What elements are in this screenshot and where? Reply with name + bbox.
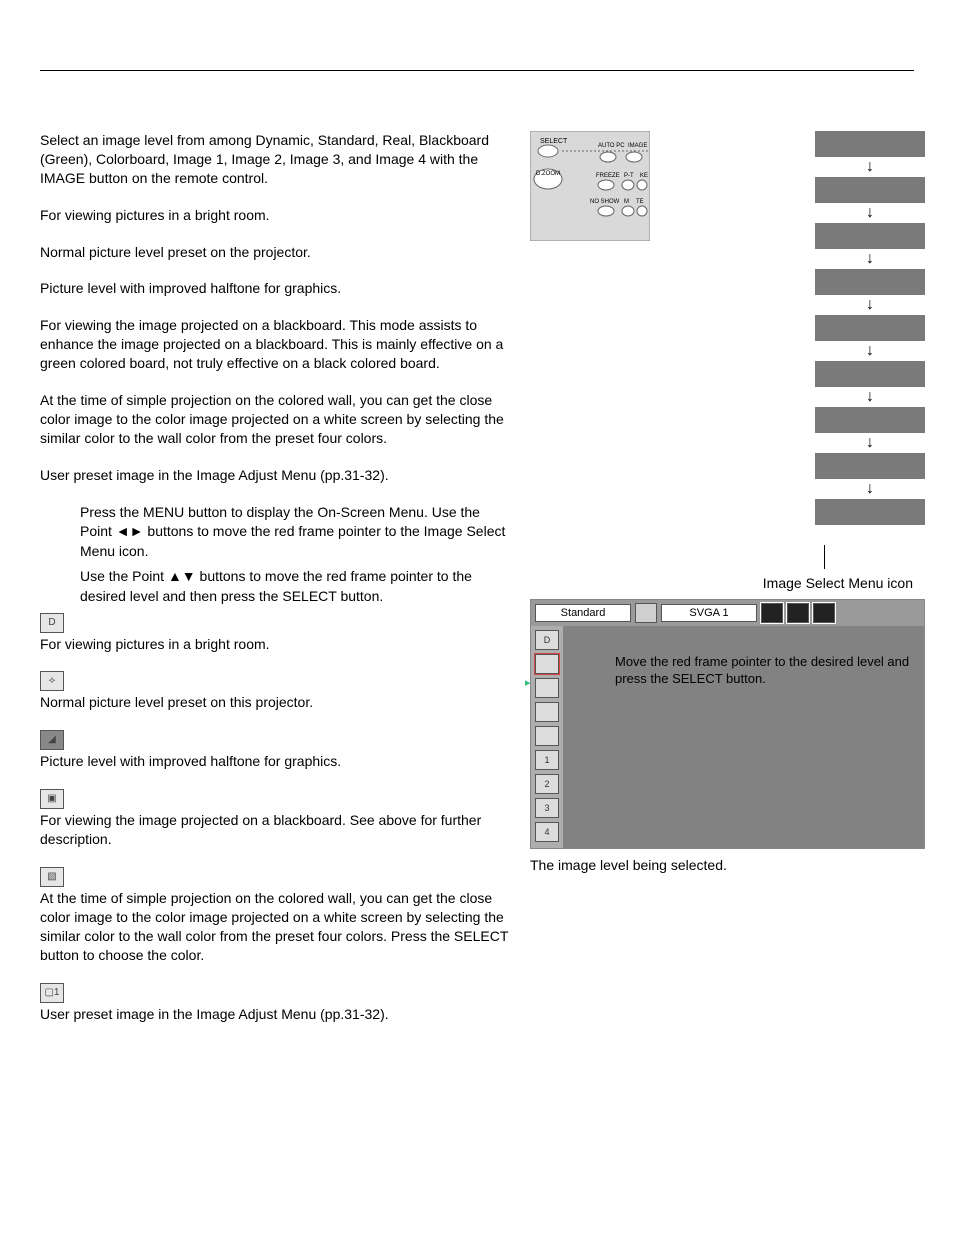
flow-box bbox=[815, 223, 925, 249]
svg-text:FREEZE: FREEZE bbox=[596, 173, 620, 179]
mode-standard-remote-desc: Normal picture level preset on the proje… bbox=[40, 243, 510, 262]
mode-colorboard-remote-desc: At the time of simple projection on the … bbox=[40, 391, 510, 448]
leader-line-icon bbox=[824, 545, 825, 569]
menu-top-icon-selected bbox=[761, 603, 783, 623]
flow-arrow-icon: ↓ bbox=[815, 433, 925, 453]
onscreen-menu-figure: Standard SVGA 1 ▸ D 1 2 3 bbox=[530, 599, 925, 849]
svg-text:KE: KE bbox=[640, 173, 648, 179]
flow-box bbox=[815, 269, 925, 295]
colorboard-icon: ▧ bbox=[40, 867, 64, 887]
menu-item-image1: 1 bbox=[535, 750, 559, 770]
real-icon: ◢ bbox=[40, 730, 64, 750]
flow-box bbox=[815, 131, 925, 157]
remote-svg-icon: SELECT AUTO PC IMAGE D.ZOOM FREEZE P-T K… bbox=[530, 131, 650, 241]
menu-select-marker-icon: ▸ bbox=[525, 676, 531, 689]
image1-icon: ▢1 bbox=[40, 983, 64, 1003]
flow-box bbox=[815, 499, 925, 525]
flow-arrow-icon: ↓ bbox=[815, 295, 925, 315]
svg-text:P-T: P-T bbox=[624, 173, 634, 179]
menu-top-icon bbox=[813, 603, 835, 623]
remote-graphic: SELECT AUTO PC IMAGE D.ZOOM FREEZE P-T K… bbox=[530, 131, 650, 525]
mode-real-menu-desc: Picture level with improved halftone for… bbox=[40, 752, 510, 771]
menu-item-dynamic: D bbox=[535, 630, 559, 650]
flow-box bbox=[815, 315, 925, 341]
menu-item-image2: 2 bbox=[535, 774, 559, 794]
step-2: Use the Point ▲▼ buttons to move the red… bbox=[40, 567, 510, 606]
image-mode-flow: ↓ ↓ ↓ ↓ ↓ ↓ ↓ ↓ bbox=[668, 131, 925, 525]
menu-item-image3: 3 bbox=[535, 798, 559, 818]
svg-text:TE: TE bbox=[636, 199, 644, 205]
flow-box bbox=[815, 453, 925, 479]
standard-icon: ⟡ bbox=[40, 671, 64, 691]
image-select-menu-icon-label: Image Select Menu icon bbox=[530, 575, 913, 591]
flow-arrow-icon: ↓ bbox=[815, 479, 925, 499]
move-pointer-text: Move the red frame pointer to the desire… bbox=[615, 654, 909, 686]
remote-label-select: SELECT bbox=[540, 138, 568, 145]
menu-item-blackboard bbox=[535, 702, 559, 722]
svg-text:IMAGE: IMAGE bbox=[628, 143, 647, 149]
mode-standard-menu-desc: Normal picture level preset on this proj… bbox=[40, 693, 510, 712]
flow-arrow-icon: ↓ bbox=[815, 249, 925, 269]
menu-item-image4: 4 bbox=[535, 822, 559, 842]
menu-item-colorboard bbox=[535, 726, 559, 746]
right-column: SELECT AUTO PC IMAGE D.ZOOM FREEZE P-T K… bbox=[530, 131, 925, 1041]
flow-arrow-icon: ↓ bbox=[815, 387, 925, 407]
mode-blackboard-menu-desc: For viewing the image projected on a bla… bbox=[40, 811, 510, 849]
mode-dynamic-remote-desc: For viewing pictures in a bright room. bbox=[40, 206, 510, 225]
menu-item-standard bbox=[535, 654, 559, 674]
blackboard-icon: ▣ bbox=[40, 789, 64, 809]
mode-real-remote-desc: Picture level with improved halftone for… bbox=[40, 279, 510, 298]
menu-signal: SVGA 1 bbox=[661, 604, 757, 622]
flow-arrow-icon: ↓ bbox=[815, 341, 925, 361]
flow-arrow-icon: ↓ bbox=[815, 157, 925, 177]
svg-text:D.ZOOM: D.ZOOM bbox=[536, 171, 560, 177]
flow-box bbox=[815, 177, 925, 203]
svg-text:NO SHOW: NO SHOW bbox=[590, 199, 620, 205]
flow-box bbox=[815, 407, 925, 433]
menu-body-text: Move the red frame pointer to the desire… bbox=[565, 626, 924, 698]
menu-left-column: ▸ D 1 2 3 4 bbox=[531, 626, 563, 848]
menu-current-mode: Standard bbox=[535, 604, 631, 622]
mode-colorboard-menu-desc: At the time of simple projection on the … bbox=[40, 889, 510, 965]
flow-arrow-icon: ↓ bbox=[815, 203, 925, 223]
step-1: Press the MENU button to display the On-… bbox=[40, 503, 510, 562]
mode-image14-remote-desc: User preset image in the Image Adjust Me… bbox=[40, 466, 510, 485]
mode-dynamic-menu-desc: For viewing pictures in a bright room. bbox=[40, 635, 510, 654]
intro-paragraph: Select an image level from among Dynamic… bbox=[40, 131, 510, 188]
menu-top-icon bbox=[787, 603, 809, 623]
mode-image14-menu-desc: User preset image in the Image Adjust Me… bbox=[40, 1005, 510, 1024]
step-1-text: Press the MENU button to display the On-… bbox=[80, 504, 505, 559]
svg-text:AUTO PC: AUTO PC bbox=[598, 143, 625, 149]
svg-text:M: M bbox=[624, 199, 629, 205]
menu-topbar: Standard SVGA 1 bbox=[531, 600, 924, 626]
menu-item-real bbox=[535, 678, 559, 698]
mode-blackboard-remote-desc: For viewing the image projected on a bla… bbox=[40, 316, 510, 373]
dynamic-icon: D bbox=[40, 613, 64, 633]
step-2-text: Use the Point ▲▼ buttons to move the red… bbox=[80, 568, 472, 604]
selected-caption: The image level being selected. bbox=[530, 857, 925, 873]
page-top-rule bbox=[40, 70, 914, 71]
menu-top-icon bbox=[635, 603, 657, 623]
left-column: Select an image level from among Dynamic… bbox=[40, 131, 510, 1041]
flow-box bbox=[815, 361, 925, 387]
